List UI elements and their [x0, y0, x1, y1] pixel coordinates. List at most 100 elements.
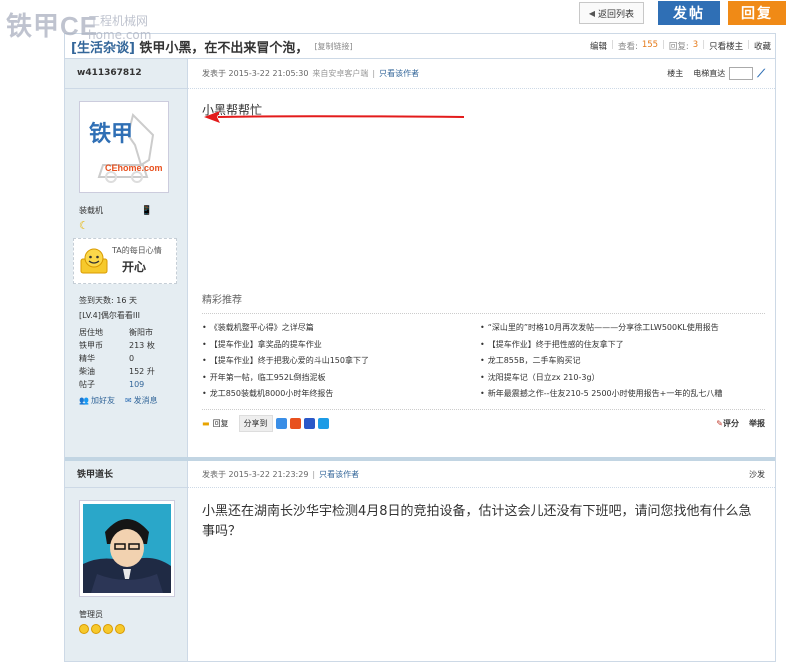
recommended-title: 精彩推荐	[202, 295, 242, 306]
smiley-icon	[103, 624, 113, 634]
reply-button[interactable]: 回复	[728, 1, 786, 25]
recommended-link[interactable]: 【提车作业】拿奖品的提车作业	[202, 337, 480, 354]
only-op-link[interactable]: 只看楼主	[709, 40, 743, 52]
thread-posts: w411367812 铁甲 CEhome.com 装载机 📱 ☾ TA的每日心情…	[64, 58, 776, 662]
posts-count-link[interactable]: 109	[129, 380, 144, 389]
send-message-button[interactable]: ✉ 发消息	[125, 395, 158, 406]
thread-title-bar: [生活杂谈] 铁甲小黑，在不出来冒个泡， [复制链接] 编辑 | 查看: 155 …	[64, 33, 776, 58]
back-to-list-button[interactable]: ◀ 返回列表	[578, 2, 644, 24]
views-label: 查看:	[617, 42, 638, 52]
thread-stats: 编辑 | 查看: 155 | 回复: 3 | 只看楼主 | 收藏	[590, 40, 771, 52]
watermark-brand: 铁甲	[6, 11, 61, 41]
post-1-content: 小黑帮帮忙	[188, 89, 775, 291]
site-logo-avatar-icon: 铁甲 CEhome.com	[83, 105, 165, 189]
add-friend-button[interactable]: 👥 加好友	[79, 395, 115, 406]
jump-go-icon[interactable]: ⟋	[757, 67, 765, 81]
post-2-author-sidebar: 铁甲道长 管理员	[65, 461, 188, 661]
recommended-link[interactable]: 龙工855B，二手车购买记	[480, 353, 758, 370]
add-friend-icon: 👥	[79, 396, 89, 405]
share-label: 分享到	[238, 415, 273, 432]
post-1-author-sidebar: w411367812 铁甲 CEhome.com 装载机 📱 ☾ TA的每日心情…	[65, 59, 188, 457]
envelope-icon: ✉	[124, 396, 132, 405]
share-baidu-icon[interactable]	[303, 418, 315, 429]
post-1-main: 发表于 2015-3-22 21:05:30 来自安卓客户端 | 只看该作者 楼…	[188, 59, 775, 457]
user-level: [LV.4]偶尔看看III	[79, 311, 140, 320]
user-avatar-icon	[83, 504, 171, 593]
rate-button[interactable]: ✎评分	[716, 418, 739, 429]
pencil-icon: ✎	[716, 419, 723, 428]
mood-value: 开心	[122, 260, 147, 274]
chevron-left-icon: ◀	[588, 8, 595, 18]
post-2-username[interactable]: 铁甲道长	[65, 461, 187, 488]
post-time: 发表于 2015-3-22 21:05:30	[202, 69, 309, 78]
recommended-link[interactable]: 【提车作业】终于把性感的住友拿下了	[480, 337, 758, 354]
recommended-right-column: “深山里的”时格10月再次发帖———分享徐工LW500KL使用报告 【提车作业】…	[480, 320, 758, 403]
avatar[interactable]	[79, 500, 175, 597]
share-qzone-icon[interactable]	[275, 418, 287, 429]
recommended-link[interactable]: 沈阳提车记（日立zx 210-3g）	[480, 370, 758, 387]
level-smiley-icons	[65, 620, 187, 634]
stat-row: 帖子 109	[79, 380, 145, 389]
thread-title-text: 铁甲小黑，在不出来冒个泡，	[139, 40, 309, 56]
recommended-link[interactable]: 开年第一帖，临工952L倒挡泥板	[202, 370, 480, 387]
site-watermark: 铁甲CE 工程机械网 home.com	[6, 6, 151, 43]
moon-level-icon: ☾	[79, 219, 89, 232]
post-2-content: 小黑还在湖南长沙华宇检测4月8日的竞拍设备，估计这会儿还没有下班吧，请问您找他有…	[202, 504, 752, 539]
avatar-logo-text: 铁甲	[89, 121, 133, 146]
post-2-meta: 发表于 2015-3-22 21:23:29 | 只看该作者 沙发	[188, 461, 775, 488]
post-1: w411367812 铁甲 CEhome.com 装载机 📱 ☾ TA的每日心情…	[65, 59, 775, 457]
recommended-link[interactable]: 新年最震撼之作--住友210-5 2500小时使用报告+一年的乱七八糟	[480, 386, 758, 403]
watermark-url: home.com	[88, 28, 152, 42]
recommended-left-column: 《装载机整平心得》之详尽篇 【提车作业】拿奖品的提车作业 【提车作业】终于把我心…	[202, 320, 480, 403]
edit-link[interactable]: 编辑	[590, 40, 607, 52]
recommended-link[interactable]: “深山里的”时格10月再次发帖———分享徐工LW500KL使用报告	[480, 320, 758, 337]
avatar-logo-url: CEhome.com	[105, 163, 163, 173]
copy-link-button[interactable]: [复制链接]	[314, 41, 352, 52]
smiley-icon	[115, 624, 125, 634]
replies-count: 3	[692, 40, 699, 50]
stat-row: 柴油 152 升	[79, 367, 155, 376]
floor-label: 沙发	[749, 469, 765, 479]
floor-label: 楼主	[667, 69, 684, 78]
report-button[interactable]: 举报	[749, 418, 765, 429]
share-qq-icon[interactable]	[317, 418, 329, 429]
new-post-button[interactable]: 发帖	[658, 1, 720, 25]
replies-label: 回复:	[668, 42, 689, 52]
smiley-icon	[91, 624, 101, 634]
smiley-icon	[79, 624, 89, 634]
checkin-days: 签到天数: 16 天	[79, 296, 137, 305]
reply-post-button[interactable]: ▬ 回复	[202, 418, 229, 429]
post-2-main: 发表于 2015-3-22 21:23:29 | 只看该作者 沙发 小黑还在湖南…	[188, 461, 775, 661]
only-author-link[interactable]: 只看该作者	[319, 469, 359, 480]
watermark-cn: 工程机械网	[88, 14, 149, 28]
post-2-user-role: 管理员	[79, 610, 103, 619]
recommended-link[interactable]: 【提车作业】终于把我心爱的斗山150拿下了	[202, 353, 480, 370]
stat-row: 精华 0	[79, 354, 135, 363]
post-2: 铁甲道长 管理员 发表于 2015-3-22 21:23:29 | 只看该作者 …	[65, 461, 775, 661]
post-client: 来自安卓客户端	[312, 69, 369, 78]
post-1-action-bar: ▬ 回复 分享到 ✎评分 举报	[202, 408, 765, 438]
recommended-list: 《装载机整平心得》之详尽篇 【提车作业】拿奖品的提车作业 【提车作业】终于把我心…	[188, 314, 775, 403]
post-1-user-role: 装载机 📱	[79, 205, 153, 216]
views-count: 155	[641, 40, 659, 50]
jump-floor-input[interactable]	[729, 67, 754, 80]
recommended-link[interactable]: 龙工850装载机8000小时年终报告	[202, 386, 480, 403]
happy-face-icon	[80, 248, 108, 274]
mobile-phone-icon: 📱	[141, 205, 153, 216]
favorite-link[interactable]: 收藏	[754, 40, 771, 52]
post-1-user-stats: 签到天数: 16 天 [LV.4]偶尔看看III 居住地 衡阳市 铁甲币 213 枚…	[65, 284, 187, 391]
stat-row: 铁甲币 213 枚	[79, 341, 155, 350]
recommended-link[interactable]: 《装载机整平心得》之详尽篇	[202, 320, 480, 337]
post-1-meta: 发表于 2015-3-22 21:05:30 来自安卓客户端 | 只看该作者 楼…	[188, 59, 775, 89]
post-1-username[interactable]: w411367812	[65, 59, 187, 89]
stat-row: 居住地 衡阳市	[79, 328, 153, 337]
mood-label: TA的每日心情	[112, 246, 162, 255]
red-arrow-annotation	[204, 111, 465, 123]
post-1-user-actions: 👥 加好友 ✉ 发消息	[65, 391, 187, 406]
only-author-link[interactable]: 只看该作者	[379, 68, 419, 79]
daily-mood-box: TA的每日心情 开心	[73, 238, 177, 284]
share-weibo-icon[interactable]	[289, 418, 301, 429]
avatar[interactable]: 铁甲 CEhome.com	[79, 101, 169, 193]
top-toolbar: ◀ 返回列表 发帖 回复	[578, 0, 786, 26]
post-time: 发表于 2015-3-22 21:23:29	[202, 469, 309, 479]
